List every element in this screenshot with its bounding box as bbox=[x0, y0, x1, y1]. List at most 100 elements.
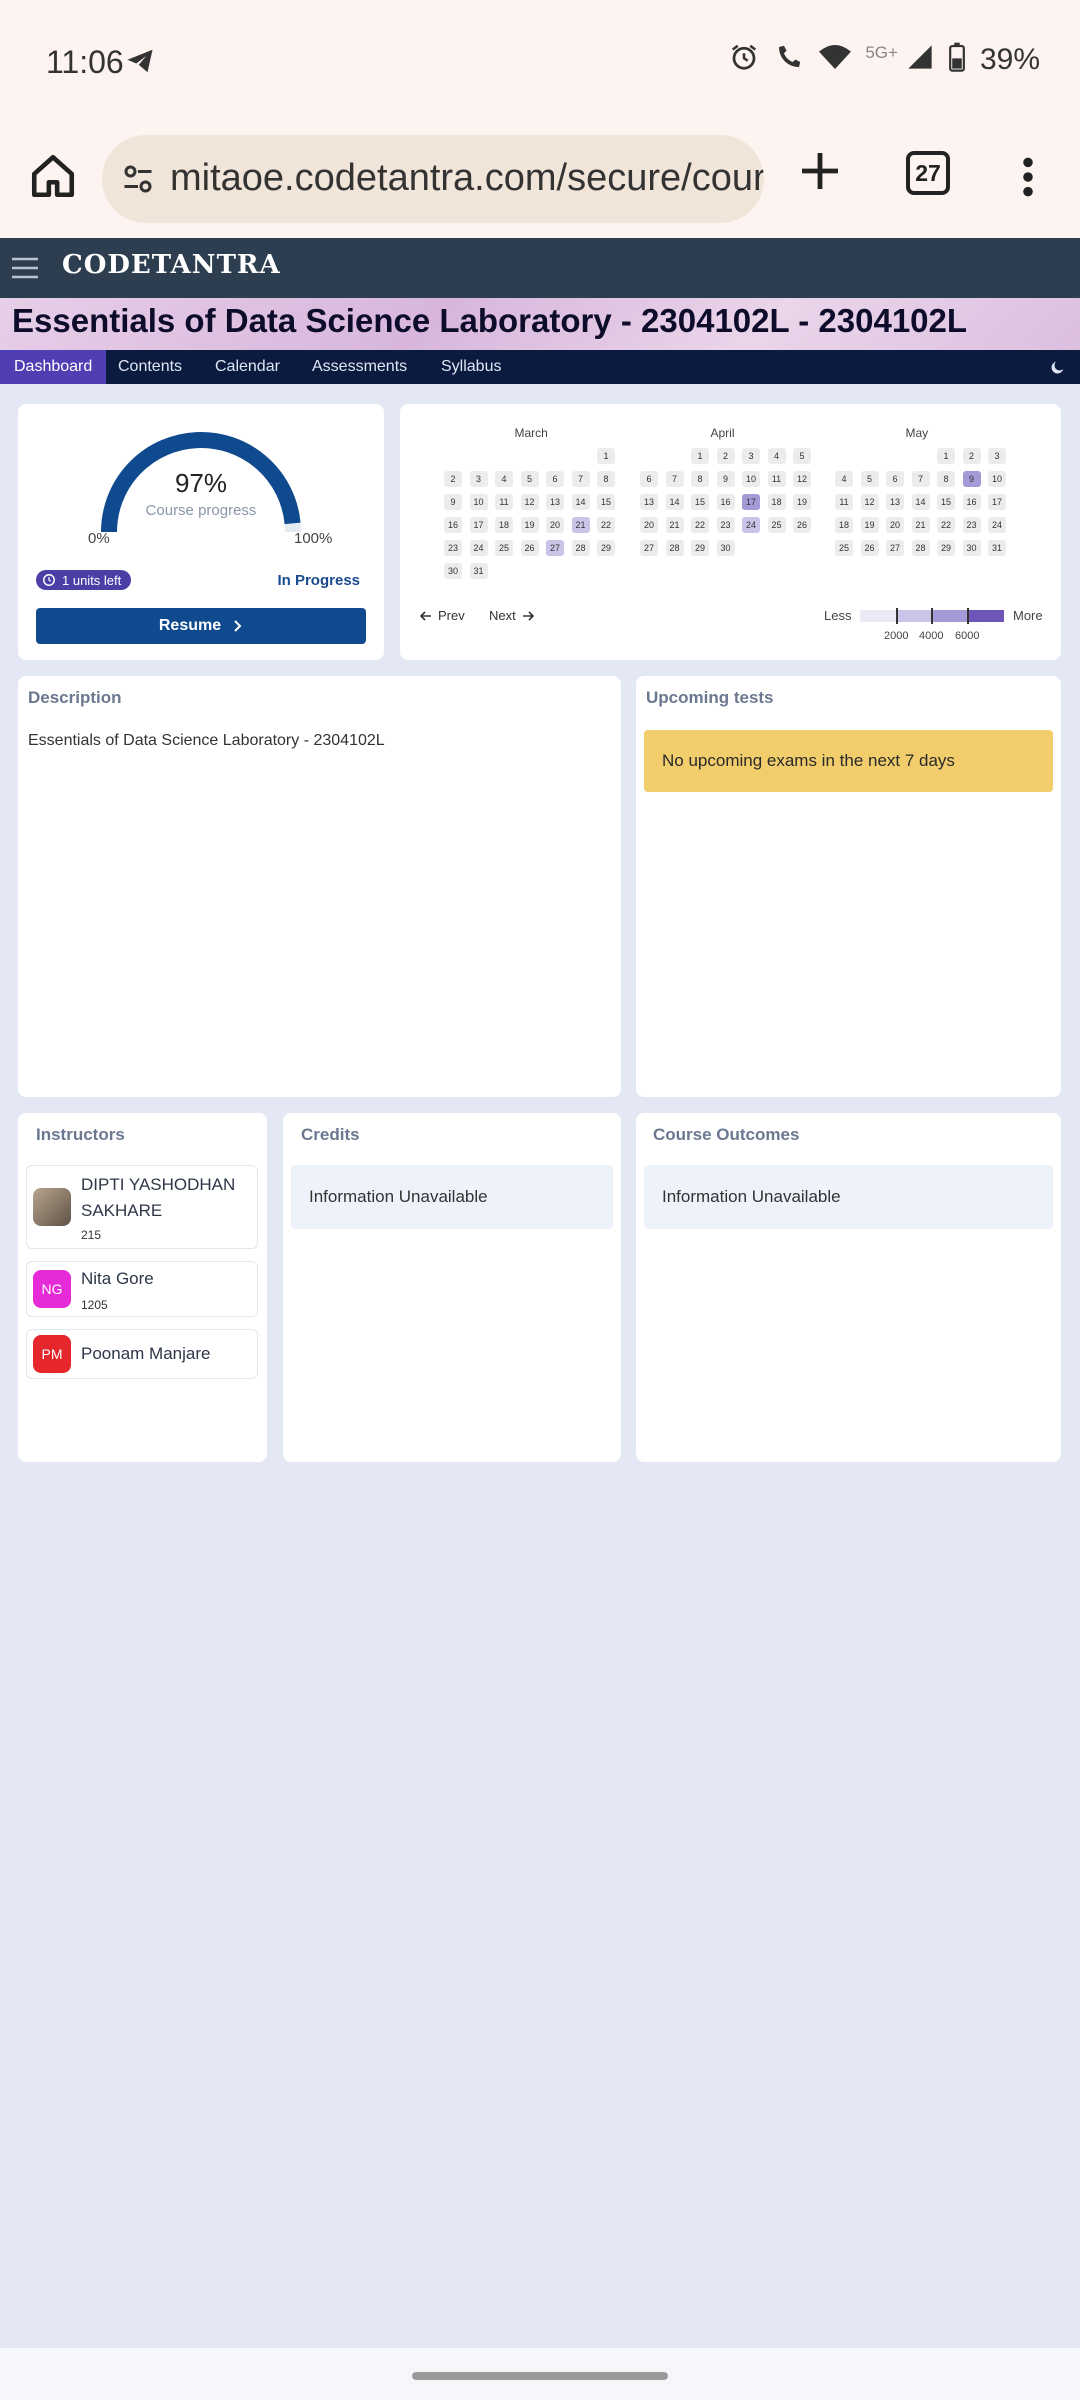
tab-dashboard[interactable]: Dashboard bbox=[0, 350, 107, 384]
heatmap-day[interactable]: 19 bbox=[793, 494, 811, 510]
heatmap-day[interactable]: 10 bbox=[988, 471, 1006, 487]
heatmap-day[interactable]: 7 bbox=[571, 471, 590, 487]
resume-button[interactable]: Resume bbox=[36, 608, 366, 644]
heatmap-day[interactable]: 23 bbox=[716, 517, 735, 533]
heatmap-day[interactable]: 3 bbox=[469, 471, 488, 487]
tab-contents[interactable]: Contents bbox=[104, 350, 196, 384]
address-bar[interactable]: mitaoe.codetantra.com/secure/course bbox=[102, 135, 764, 223]
heatmap-day[interactable]: 22 bbox=[937, 517, 955, 533]
gesture-handle[interactable] bbox=[412, 2372, 668, 2380]
heatmap-day[interactable]: 26 bbox=[520, 540, 539, 556]
heatmap-day[interactable]: 11 bbox=[495, 494, 513, 510]
heatmap-day[interactable]: 9 bbox=[444, 494, 462, 510]
heatmap-day[interactable]: 16 bbox=[962, 494, 981, 510]
heatmap-day[interactable]: 17 bbox=[469, 517, 488, 533]
heatmap-day[interactable]: 3 bbox=[742, 448, 760, 464]
heatmap-day[interactable]: 4 bbox=[767, 448, 786, 464]
heatmap-day[interactable]: 21 bbox=[911, 517, 930, 533]
heatmap-day[interactable]: 25 bbox=[495, 540, 513, 556]
heatmap-day[interactable]: 15 bbox=[691, 494, 709, 510]
heatmap-day[interactable]: 29 bbox=[937, 540, 955, 556]
new-tab-button[interactable] bbox=[796, 147, 844, 195]
tab-calendar[interactable]: Calendar bbox=[201, 350, 294, 384]
heatmap-day[interactable]: 8 bbox=[937, 471, 955, 487]
heatmap-day[interactable]: 14 bbox=[665, 494, 684, 510]
heatmap-day[interactable]: 1 bbox=[597, 448, 615, 464]
heatmap-day[interactable]: 28 bbox=[911, 540, 930, 556]
heatmap-day[interactable]: 1 bbox=[691, 448, 709, 464]
more-options-icon[interactable] bbox=[1016, 155, 1040, 199]
home-button[interactable] bbox=[28, 151, 78, 201]
heatmap-day[interactable]: 23 bbox=[444, 540, 462, 556]
heatmap-day[interactable]: 17 bbox=[988, 494, 1006, 510]
heatmap-day[interactable]: 9 bbox=[716, 471, 735, 487]
heatmap-day[interactable]: 18 bbox=[495, 517, 513, 533]
heatmap-day[interactable]: 5 bbox=[520, 471, 539, 487]
heatmap-day[interactable]: 29 bbox=[691, 540, 709, 556]
heatmap-day[interactable]: 11 bbox=[835, 494, 853, 510]
heatmap-day[interactable]: 4 bbox=[835, 471, 853, 487]
heatmap-day[interactable]: 12 bbox=[520, 494, 539, 510]
heatmap-day[interactable]: 14 bbox=[571, 494, 590, 510]
heatmap-day[interactable]: 7 bbox=[665, 471, 684, 487]
heatmap-day[interactable]: 6 bbox=[546, 471, 564, 487]
heatmap-day[interactable]: 30 bbox=[716, 540, 735, 556]
heatmap-day[interactable]: 8 bbox=[597, 471, 615, 487]
heatmap-day[interactable]: 4 bbox=[495, 471, 513, 487]
heatmap-day[interactable]: 3 bbox=[988, 448, 1006, 464]
heatmap-day[interactable]: 1 bbox=[937, 448, 955, 464]
heatmap-day[interactable]: 17 bbox=[742, 494, 760, 510]
heatmap-day[interactable]: 13 bbox=[886, 494, 904, 510]
heatmap-day[interactable]: 23 bbox=[962, 517, 981, 533]
instructor-item[interactable]: PM Poonam Manjare bbox=[26, 1329, 258, 1379]
heatmap-day[interactable]: 30 bbox=[444, 563, 462, 579]
heatmap-day[interactable]: 19 bbox=[860, 517, 879, 533]
heatmap-day[interactable]: 18 bbox=[767, 494, 786, 510]
heatmap-prev-button[interactable]: Prev bbox=[420, 608, 465, 623]
heatmap-day[interactable]: 26 bbox=[793, 517, 811, 533]
heatmap-day[interactable]: 22 bbox=[691, 517, 709, 533]
heatmap-day[interactable]: 21 bbox=[571, 517, 590, 533]
heatmap-day[interactable]: 27 bbox=[640, 540, 658, 556]
heatmap-day[interactable]: 5 bbox=[860, 471, 879, 487]
heatmap-day[interactable]: 29 bbox=[597, 540, 615, 556]
heatmap-day[interactable]: 6 bbox=[640, 471, 658, 487]
heatmap-next-button[interactable]: Next bbox=[489, 608, 534, 623]
heatmap-day[interactable]: 16 bbox=[716, 494, 735, 510]
heatmap-day[interactable]: 12 bbox=[793, 471, 811, 487]
heatmap-day[interactable]: 10 bbox=[469, 494, 488, 510]
heatmap-day[interactable]: 27 bbox=[886, 540, 904, 556]
heatmap-day[interactable]: 2 bbox=[444, 471, 462, 487]
heatmap-day[interactable]: 30 bbox=[962, 540, 981, 556]
heatmap-day[interactable]: 18 bbox=[835, 517, 853, 533]
instructor-item[interactable]: NG Nita Gore 1205 bbox=[26, 1261, 258, 1317]
heatmap-day[interactable]: 8 bbox=[691, 471, 709, 487]
heatmap-day[interactable]: 15 bbox=[937, 494, 955, 510]
heatmap-day[interactable]: 7 bbox=[911, 471, 930, 487]
heatmap-day[interactable]: 31 bbox=[988, 540, 1006, 556]
heatmap-day[interactable]: 24 bbox=[988, 517, 1006, 533]
heatmap-day[interactable]: 26 bbox=[860, 540, 879, 556]
tab-assessments[interactable]: Assessments bbox=[298, 350, 421, 384]
heatmap-day[interactable]: 16 bbox=[444, 517, 462, 533]
heatmap-day[interactable]: 10 bbox=[742, 471, 760, 487]
heatmap-day[interactable]: 19 bbox=[520, 517, 539, 533]
heatmap-day[interactable]: 20 bbox=[546, 517, 564, 533]
site-settings-icon[interactable] bbox=[120, 161, 156, 202]
heatmap-day[interactable]: 20 bbox=[640, 517, 658, 533]
codetantra-logo[interactable]: CODETANTRA bbox=[62, 250, 281, 280]
tab-switcher-button[interactable]: 27 bbox=[906, 151, 950, 195]
heatmap-day[interactable]: 13 bbox=[546, 494, 564, 510]
heatmap-day[interactable]: 6 bbox=[886, 471, 904, 487]
heatmap-day[interactable]: 25 bbox=[767, 517, 786, 533]
heatmap-day[interactable]: 9 bbox=[962, 471, 981, 487]
hamburger-menu-icon[interactable] bbox=[12, 256, 38, 280]
heatmap-day[interactable]: 5 bbox=[793, 448, 811, 464]
heatmap-day[interactable]: 27 bbox=[546, 540, 564, 556]
heatmap-day[interactable]: 12 bbox=[860, 494, 879, 510]
heatmap-day[interactable]: 14 bbox=[911, 494, 930, 510]
heatmap-day[interactable]: 2 bbox=[716, 448, 735, 464]
heatmap-day[interactable]: 28 bbox=[571, 540, 590, 556]
heatmap-day[interactable]: 22 bbox=[597, 517, 615, 533]
heatmap-day[interactable]: 25 bbox=[835, 540, 853, 556]
